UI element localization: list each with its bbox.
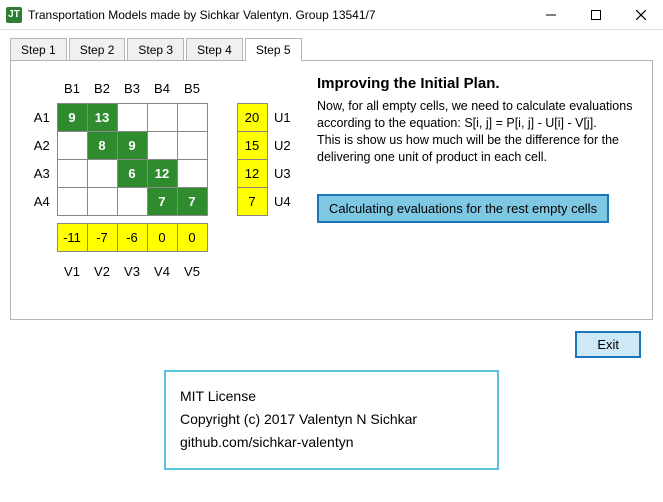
cell-3-1	[57, 159, 87, 187]
v-value-1: -11	[57, 223, 87, 251]
footer-row: Exit	[10, 321, 653, 358]
u-label-4: U4	[267, 187, 297, 215]
tab-content: B1B2B3B4B5A191320U1A28915U2A361212U3A477…	[10, 60, 653, 320]
calculate-button[interactable]: Calculating evaluations for the rest emp…	[317, 194, 609, 223]
v-label-1: V1	[57, 257, 87, 285]
cell-2-3: 9	[117, 131, 147, 159]
transportation-grid: B1B2B3B4B5A191320U1A28915U2A361212U3A477…	[27, 75, 297, 299]
row-header-a3: A3	[27, 159, 57, 187]
close-button[interactable]	[618, 0, 663, 30]
cell-1-3	[117, 103, 147, 131]
cell-1-4	[147, 103, 177, 131]
v-label-3: V3	[117, 257, 147, 285]
license-line-2: Copyright (c) 2017 Valentyn N Sichkar	[180, 411, 483, 428]
cell-4-1	[57, 187, 87, 215]
cell-3-4: 12	[147, 159, 177, 187]
col-header-b1: B1	[57, 75, 87, 103]
col-header-b5: B5	[177, 75, 207, 103]
app-icon: JT	[6, 7, 22, 23]
u-label-1: U1	[267, 103, 297, 131]
license-box: MIT License Copyright (c) 2017 Valentyn …	[164, 370, 499, 470]
panel-heading: Improving the Initial Plan.	[317, 75, 636, 92]
u-value-4: 7	[237, 187, 267, 215]
maximize-icon	[591, 10, 601, 20]
minimize-button[interactable]	[528, 0, 573, 30]
col-header-b3: B3	[117, 75, 147, 103]
v-value-4: 0	[147, 223, 177, 251]
explanation-panel: Improving the Initial Plan. Now, for all…	[317, 75, 636, 299]
grid-table: B1B2B3B4B5A191320U1A28915U2A361212U3A477…	[27, 75, 297, 285]
tab-step-4[interactable]: Step 4	[186, 38, 243, 61]
cell-4-2	[87, 187, 117, 215]
v-value-2: -7	[87, 223, 117, 251]
row-header-a2: A2	[27, 131, 57, 159]
tab-step-3[interactable]: Step 3	[127, 38, 184, 61]
v-label-5: V5	[177, 257, 207, 285]
v-value-5: 0	[177, 223, 207, 251]
v-value-3: -6	[117, 223, 147, 251]
cell-1-2: 13	[87, 103, 117, 131]
cell-2-2: 8	[87, 131, 117, 159]
license-line-1: MIT License	[180, 388, 483, 405]
col-header-b4: B4	[147, 75, 177, 103]
cell-1-1: 9	[57, 103, 87, 131]
cell-3-5	[177, 159, 207, 187]
cell-2-4	[147, 131, 177, 159]
exit-button[interactable]: Exit	[575, 331, 641, 358]
tab-step-2[interactable]: Step 2	[69, 38, 126, 61]
client-area: Step 1 Step 2 Step 3 Step 4 Step 5 B1B2B…	[0, 30, 663, 470]
cell-4-4: 7	[147, 187, 177, 215]
tab-step-1[interactable]: Step 1	[10, 38, 67, 61]
cell-4-3	[117, 187, 147, 215]
panel-description: Now, for all empty cells, we need to cal…	[317, 98, 636, 166]
cell-1-5	[177, 103, 207, 131]
u-value-3: 12	[237, 159, 267, 187]
u-label-2: U2	[267, 131, 297, 159]
v-label-4: V4	[147, 257, 177, 285]
u-label-3: U3	[267, 159, 297, 187]
license-line-3: github.com/sichkar-valentyn	[180, 434, 483, 451]
close-icon	[636, 10, 646, 20]
v-label-2: V2	[87, 257, 117, 285]
u-value-1: 20	[237, 103, 267, 131]
corner	[27, 75, 57, 103]
window-title: Transportation Models made by Sichkar Va…	[28, 8, 528, 22]
row-header-a4: A4	[27, 187, 57, 215]
col-header-b2: B2	[87, 75, 117, 103]
tab-strip: Step 1 Step 2 Step 3 Step 4 Step 5	[10, 38, 653, 61]
u-value-2: 15	[237, 131, 267, 159]
maximize-button[interactable]	[573, 0, 618, 30]
cell-3-3: 6	[117, 159, 147, 187]
cell-2-1	[57, 131, 87, 159]
tab-step-5[interactable]: Step 5	[245, 38, 302, 61]
cell-2-5	[177, 131, 207, 159]
row-header-a1: A1	[27, 103, 57, 131]
cell-3-2	[87, 159, 117, 187]
minimize-icon	[546, 10, 556, 20]
cell-4-5: 7	[177, 187, 207, 215]
titlebar: JT Transportation Models made by Sichkar…	[0, 0, 663, 30]
